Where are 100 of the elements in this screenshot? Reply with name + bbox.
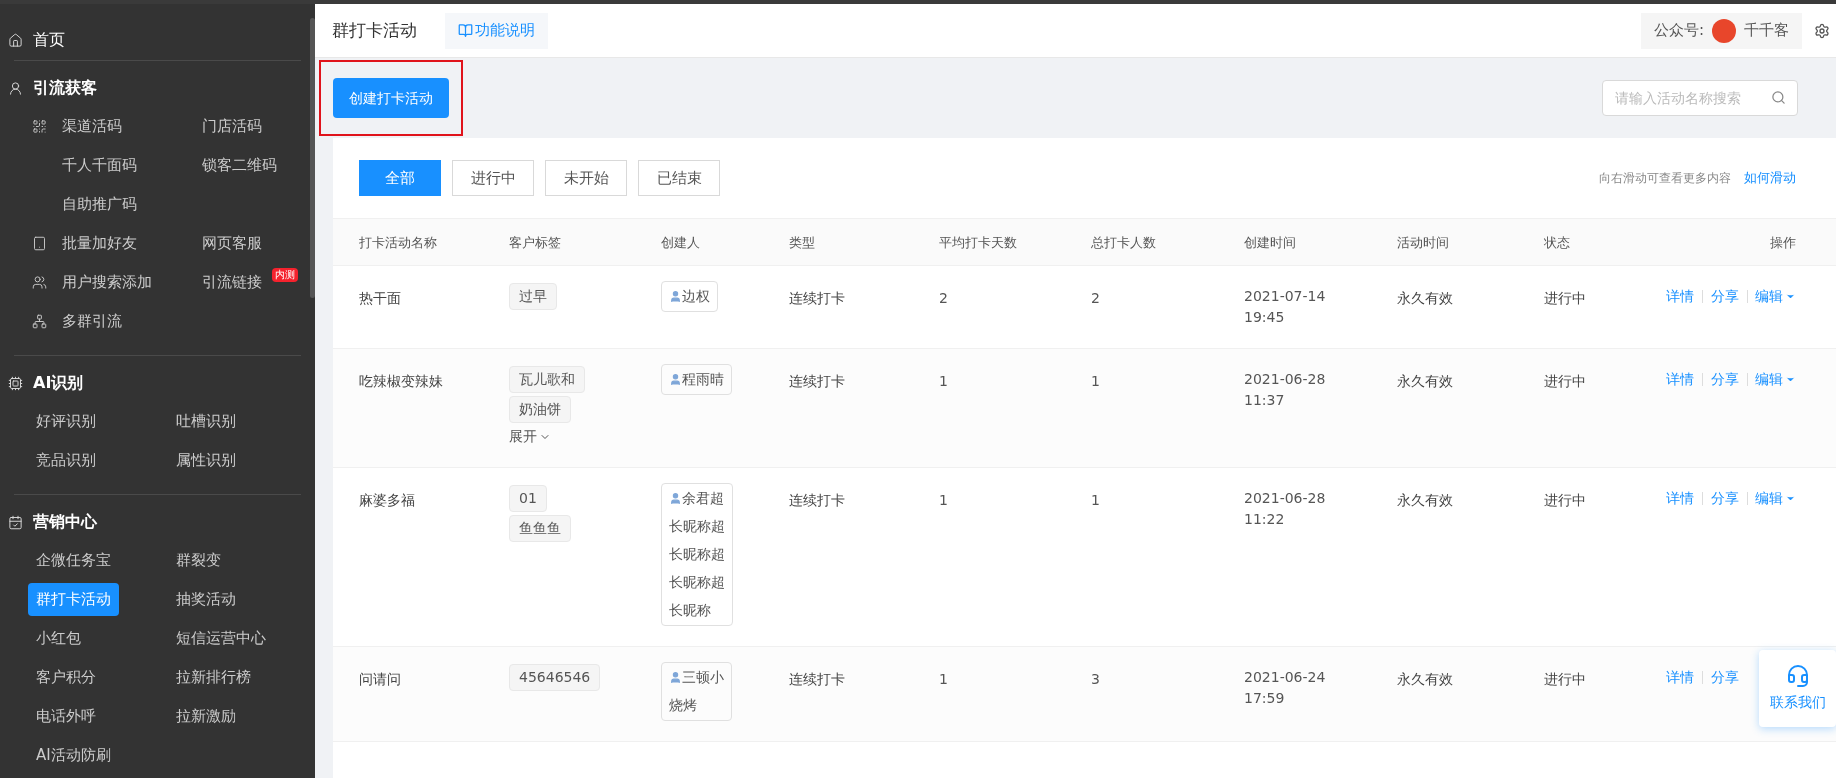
table-cell: 永久有效 <box>1397 290 1453 306</box>
sidebar-item[interactable]: 多群引流 <box>54 305 130 338</box>
table-cell-text: 2021-07-14 <box>1244 287 1327 306</box>
sidebar-item[interactable]: 锁客二维码 <box>194 149 285 182</box>
column-header: 活动时间 <box>1397 235 1449 250</box>
expand-link[interactable]: 展开 <box>509 426 551 447</box>
headset-icon <box>1785 664 1810 688</box>
sidebar-item[interactable]: 拉新排行榜 <box>168 661 259 694</box>
sidebar-item[interactable]: 属性识别 <box>168 444 244 477</box>
search-field[interactable]: 请输入活动名称搜索 <box>1602 80 1798 116</box>
creator-name: 余君超 <box>682 489 724 508</box>
table-cell: 2 <box>939 290 948 306</box>
table-cell: 1 <box>939 373 948 389</box>
sidebar-item[interactable]: 抽奖活动 <box>168 583 244 616</box>
creator-name: 烧烤 <box>669 696 697 715</box>
person-icon <box>669 492 682 505</box>
column-header: 状态 <box>1544 235 1570 250</box>
table-cell: 连续打卡 <box>789 671 845 687</box>
tag: 过早 <box>509 283 557 310</box>
table-cell: 热干面 <box>359 290 401 306</box>
sidebar-item[interactable]: 渠道活码 <box>54 110 130 143</box>
sidebar-item[interactable]: 自助推广码 <box>54 188 145 221</box>
sidebar-item[interactable]: 群裂变 <box>168 544 229 577</box>
section-title: AI识别 <box>33 372 84 394</box>
creator-name: 长昵称超 <box>669 573 725 592</box>
sidebar-item[interactable]: 引流链接 <box>194 266 270 299</box>
sidebar-item[interactable]: 批量加好友 <box>54 227 145 260</box>
sidebar-item[interactable]: 千人千面码 <box>54 149 145 182</box>
column-header: 总打卡人数 <box>1091 235 1156 250</box>
sidebar-item[interactable]: 网页客服 <box>194 227 270 260</box>
column-header: 操作 <box>1770 235 1796 250</box>
table-cell: 永久有效 <box>1397 492 1453 508</box>
column-header: 创建时间 <box>1244 235 1296 250</box>
table-cell-text: 17:59 <box>1244 689 1286 708</box>
table-cell: 永久有效 <box>1397 671 1453 687</box>
sidebar-item[interactable]: 电话外呼 <box>28 700 104 733</box>
sidebar-item[interactable]: 用户搜索添加 <box>54 266 160 299</box>
tag: 瓦儿歌和 <box>509 366 585 393</box>
section-title: 引流获客 <box>33 77 97 99</box>
table-cell: 1 <box>1091 373 1100 389</box>
tag: 奶油饼 <box>509 396 571 423</box>
home-icon <box>8 32 23 48</box>
table-cell: 1 <box>939 671 948 687</box>
scroll-hint: 向右滑动可查看更多内容 <box>1599 170 1731 187</box>
filter-tab[interactable]: 未开始 <box>545 160 627 196</box>
table-cell: 进行中 <box>1544 671 1586 687</box>
filter-tab[interactable]: 进行中 <box>452 160 534 196</box>
person-icon <box>669 290 682 303</box>
table-cell-text: 11:37 <box>1244 391 1286 410</box>
column-header: 平均打卡天数 <box>939 235 1017 250</box>
table-cell: 连续打卡 <box>789 492 845 508</box>
calendar-icon <box>8 514 23 530</box>
creator-name: 长昵称超 <box>669 517 725 536</box>
sidebar-item[interactable]: 门店活码 <box>194 110 270 143</box>
table-cell: 问请问 <box>359 671 401 687</box>
sidebar-item[interactable]: 拉新激励 <box>168 700 244 733</box>
creator-name: 边权 <box>682 287 710 306</box>
sidebar-item[interactable]: 企微任务宝 <box>28 544 119 577</box>
section-title: 营销中心 <box>33 511 97 533</box>
table-cell-text: 2021-06-24 <box>1244 668 1327 687</box>
table-cell: 1 <box>1091 492 1100 508</box>
person-icon <box>669 373 682 386</box>
users-icon <box>32 275 47 290</box>
table-cell: 1 <box>939 492 948 508</box>
table-cell: 吃辣椒变辣妹 <box>359 373 443 389</box>
table-cell: 进行中 <box>1544 373 1586 389</box>
sidebar-item[interactable]: 好评识别 <box>28 405 104 438</box>
sidebar-item[interactable]: 短信运营中心 <box>168 622 274 655</box>
sidebar-item[interactable]: 竞品识别 <box>28 444 104 477</box>
sidebar-item[interactable]: 小红包 <box>28 622 89 655</box>
table-cell: 进行中 <box>1544 492 1586 508</box>
table-cell: 永久有效 <box>1397 373 1453 389</box>
page-title: 群打卡活动 <box>332 18 417 42</box>
creator-name: 长昵称 <box>669 601 711 620</box>
account-avatar <box>1712 18 1736 43</box>
sidebar-item[interactable]: 首页 <box>33 28 65 52</box>
creator-name: 长昵称超 <box>669 545 725 564</box>
settings-icon[interactable] <box>1814 22 1830 39</box>
creator-name: 三顿小 <box>682 668 724 687</box>
creator-name: 程雨晴 <box>682 370 724 389</box>
sidebar-item[interactable]: 客户积分 <box>28 661 104 694</box>
sidebar-item[interactable]: 吐槽识别 <box>168 405 244 438</box>
filter-tab[interactable]: 已结束 <box>638 160 720 196</box>
account-name: 千千客 <box>1744 20 1789 42</box>
table-cell: 连续打卡 <box>789 290 845 306</box>
column-header: 客户标签 <box>509 235 561 250</box>
table-cell-text: 2021-06-28 <box>1244 370 1327 389</box>
column-header: 创建人 <box>661 235 700 250</box>
qr-icon <box>32 119 47 134</box>
sidebar-item[interactable]: AI活动防刷 <box>28 739 119 772</box>
column-header: 打卡活动名称 <box>359 235 437 250</box>
user-icon <box>8 80 23 96</box>
chip-icon <box>8 375 23 391</box>
beta-badge: 内测 <box>272 268 298 282</box>
table-cell: 连续打卡 <box>789 373 845 389</box>
person-icon <box>669 671 682 684</box>
search-icon <box>1771 90 1786 105</box>
table-cell-text: 19:45 <box>1244 308 1286 327</box>
tag: 01 <box>509 485 547 512</box>
network-icon <box>32 314 47 329</box>
